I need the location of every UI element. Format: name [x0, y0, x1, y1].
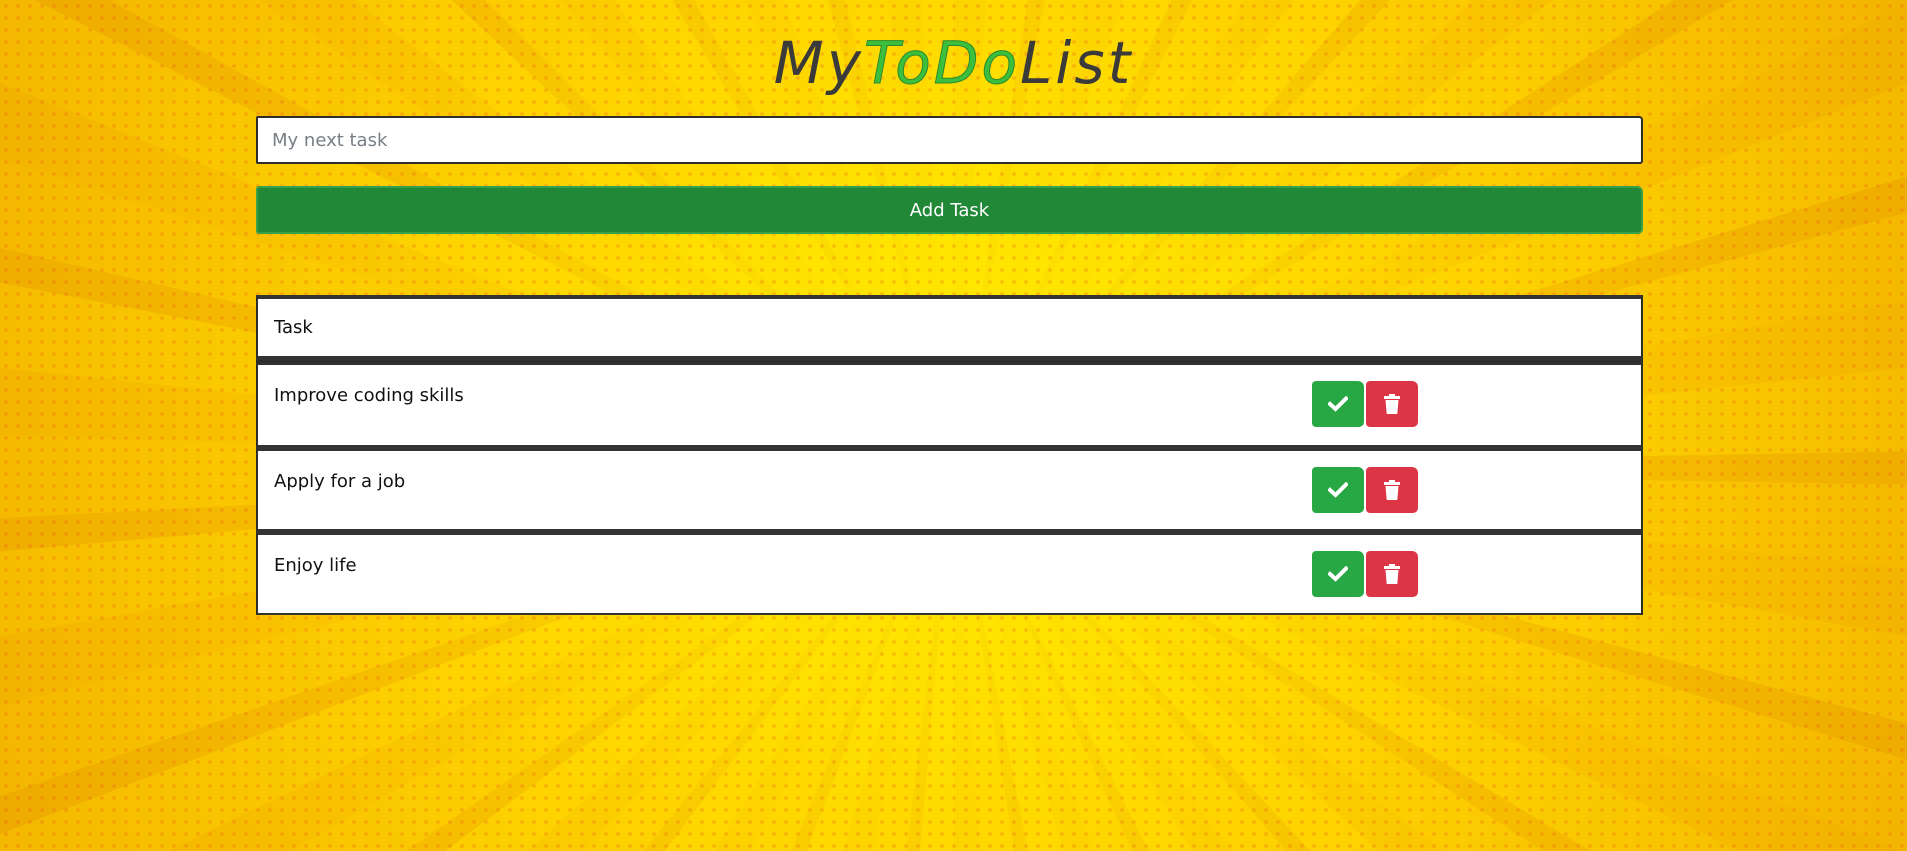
delete-task-button[interactable]	[1366, 467, 1418, 513]
complete-task-button[interactable]	[1312, 381, 1364, 427]
complete-task-button[interactable]	[1312, 551, 1364, 597]
table-row: Enjoy life	[256, 531, 1643, 615]
table-row: Apply for a job	[256, 447, 1643, 531]
task-text: Improve coding skills	[274, 385, 464, 406]
trash-icon	[1384, 480, 1400, 500]
task-actions	[1312, 551, 1418, 597]
add-task-label: Add Task	[909, 199, 990, 221]
trash-icon	[1384, 564, 1400, 584]
task-table: Task Improve coding skills Apply for a j…	[256, 295, 1643, 615]
task-input-wrapper	[256, 116, 1643, 164]
check-icon	[1328, 566, 1348, 582]
app-title: MyToDoList	[0, 28, 1907, 98]
check-icon	[1328, 396, 1348, 412]
trash-icon	[1384, 394, 1400, 414]
task-text: Enjoy life	[274, 555, 357, 576]
table-header: Task	[256, 295, 1643, 360]
task-text: Apply for a job	[274, 471, 406, 492]
delete-task-button[interactable]	[1366, 381, 1418, 427]
task-actions	[1312, 467, 1418, 513]
add-task-button[interactable]: Add Task	[256, 186, 1643, 234]
table-row: Improve coding skills	[256, 363, 1643, 447]
complete-task-button[interactable]	[1312, 467, 1364, 513]
app-title-todo: ToDo	[864, 29, 1020, 98]
app-title-my: My	[773, 29, 865, 97]
delete-task-button[interactable]	[1366, 551, 1418, 597]
task-actions	[1312, 381, 1418, 427]
task-input[interactable]	[256, 116, 1643, 164]
table-header-task: Task	[274, 317, 313, 338]
check-icon	[1328, 482, 1348, 498]
app-title-list: List	[1019, 29, 1134, 97]
